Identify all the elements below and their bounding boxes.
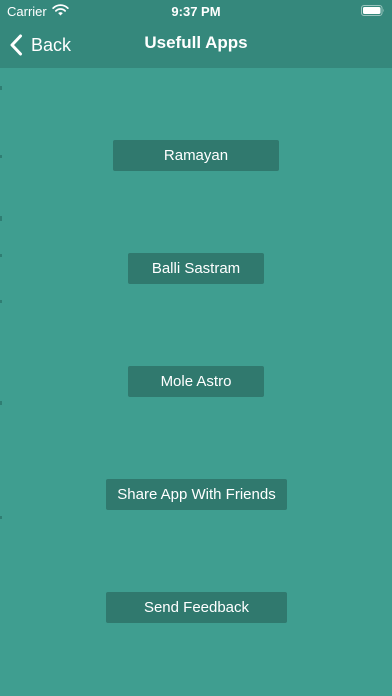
share-app-button[interactable]: Share App With Friends (106, 479, 287, 510)
battery-icon (361, 5, 384, 16)
balli-sastram-button[interactable]: Balli Sastram (128, 253, 264, 284)
page-title: Usefull Apps (144, 33, 248, 52)
edge-marks (0, 68, 2, 696)
top-bar: Carrier 9:37 PM Back Usefull Apps (0, 0, 392, 68)
mole-astro-button[interactable]: Mole Astro (128, 366, 264, 397)
ramayan-button[interactable]: Ramayan (113, 140, 279, 171)
status-time: 9:37 PM (171, 4, 221, 19)
status-bar: Carrier 9:37 PM (0, 0, 392, 22)
send-feedback-button[interactable]: Send Feedback (106, 592, 287, 623)
navigation-bar: Back Usefull Apps (0, 22, 392, 68)
